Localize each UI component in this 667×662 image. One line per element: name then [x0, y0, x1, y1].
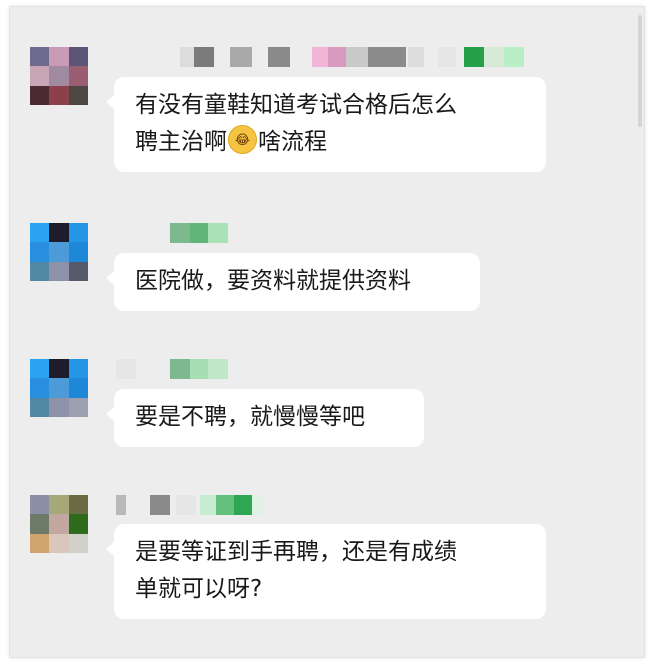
scrollbar[interactable]	[638, 15, 642, 127]
message-bubble[interactable]: 要是不聘，就慢慢等吧	[106, 389, 424, 447]
message-text-line: 要是不聘，就慢慢等吧	[135, 404, 365, 430]
sender-nickname	[116, 495, 536, 517]
avatar[interactable]	[30, 495, 88, 553]
message-text-line: 聘主治啊 😂 啥流程	[135, 124, 525, 161]
message-bubble[interactable]: 有没有童鞋知道考试合格后怎么 聘主治啊 😂 啥流程	[106, 77, 546, 172]
avatar[interactable]	[30, 47, 88, 105]
message-text-line: 单就可以呀?	[135, 576, 263, 602]
chat-window: 有没有童鞋知道考试合格后怎么 聘主治啊 😂 啥流程 医院做，要资料就提供资料 要…	[9, 6, 645, 658]
message-text-line: 是要等证到手再聘，还是有成绩	[135, 539, 457, 565]
message-text-line: 有没有童鞋知道考试合格后怎么	[135, 92, 457, 118]
message-text: 啥流程	[258, 129, 327, 155]
crying-laughing-emoji-icon: 😂	[228, 125, 257, 154]
sender-nickname	[116, 359, 536, 381]
sender-nickname	[116, 47, 536, 69]
avatar[interactable]	[30, 223, 88, 281]
message-text: 聘主治啊	[135, 129, 227, 155]
avatar[interactable]	[30, 359, 88, 417]
message-text-line: 医院做，要资料就提供资料	[135, 268, 411, 294]
message-bubble[interactable]: 是要等证到手再聘，还是有成绩 单就可以呀?	[106, 524, 546, 619]
sender-nickname	[116, 223, 536, 245]
message-bubble[interactable]: 医院做，要资料就提供资料	[106, 253, 480, 311]
